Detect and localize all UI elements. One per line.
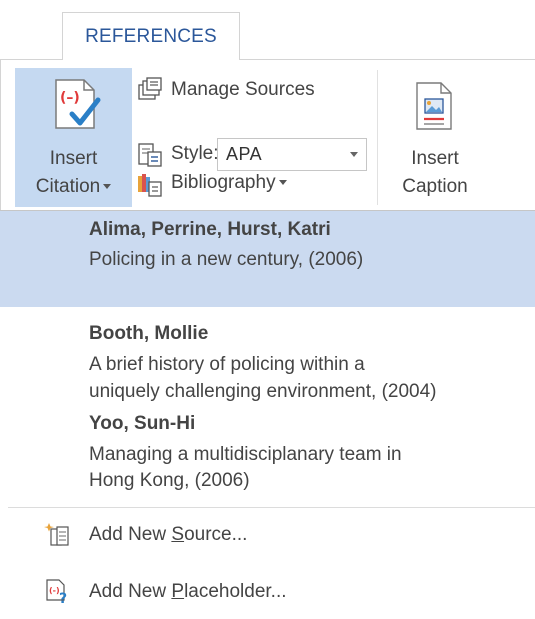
svg-text:(–): (–): [60, 90, 80, 106]
manage-sources-icon: [138, 77, 162, 100]
citation-title: Managing a multidisciplanary team in: [89, 444, 402, 465]
citation-author: Yoo, Sun-Hi: [89, 413, 196, 434]
insert-citation-icon: (–): [55, 79, 101, 129]
manage-sources-button[interactable]: Manage Sources: [171, 79, 315, 101]
citation-author: Alima, Perrine, Hurst, Katri: [89, 219, 331, 240]
ribbon-edge: [0, 60, 1, 210]
chevron-down-icon: [350, 152, 358, 157]
add-new-source-item[interactable]: [0, 512, 535, 556]
bibliography-button[interactable]: Bibliography: [171, 172, 287, 194]
menu-separator: [8, 507, 535, 508]
citation-title: uniquely challenging environment, (2004): [89, 381, 437, 402]
citation-title: Hong Kong, (2006): [89, 470, 250, 491]
chevron-down-icon: [103, 184, 112, 190]
add-new-source-label: Add New Source...: [89, 524, 248, 545]
citation-title: A brief history of policing within a: [89, 354, 365, 375]
add-source-icon: [44, 523, 69, 546]
tab-references[interactable]: REFERENCES: [62, 12, 240, 60]
add-placeholder-icon: (-) ?: [46, 579, 67, 604]
style-label: Style:: [171, 143, 219, 164]
group-separator: [377, 70, 378, 205]
insert-citation-label: Citation: [15, 176, 132, 198]
insert-caption-icon: [416, 82, 452, 130]
citation-author: Booth, Mollie: [89, 323, 209, 344]
citation-title: Policing in a new century, (2006): [89, 249, 364, 270]
insert-citation-button[interactable]: (–) Insert Citation: [15, 68, 132, 207]
insert-caption-button[interactable]: Caption: [385, 176, 485, 198]
style-value: APA: [226, 144, 263, 164]
style-icon: [138, 143, 162, 167]
insert-caption-button[interactable]: Insert: [385, 148, 485, 170]
insert-citation-label: Insert: [49, 148, 98, 169]
style-dropdown[interactable]: APA: [217, 138, 367, 171]
chevron-down-icon: [278, 180, 287, 186]
add-new-placeholder-label: Add New Placeholder...: [89, 581, 287, 602]
bibliography-icon: [138, 174, 162, 197]
svg-text:?: ?: [59, 591, 67, 604]
